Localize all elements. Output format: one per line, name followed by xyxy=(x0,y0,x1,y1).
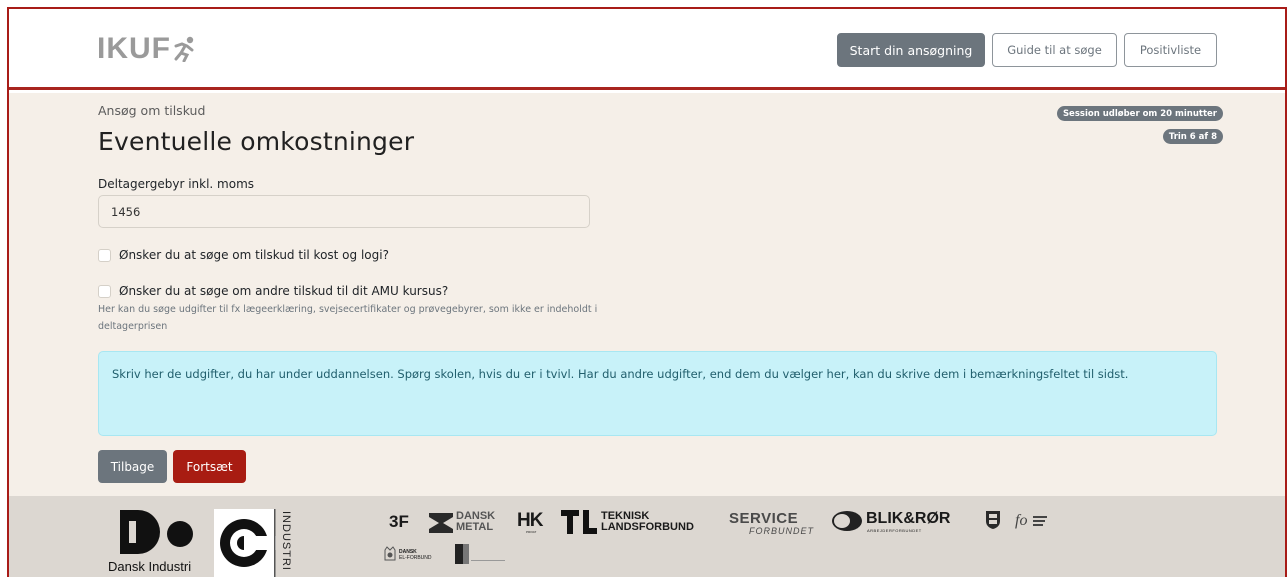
3f-logo: 3F xyxy=(389,512,409,531)
runner-icon xyxy=(174,36,194,62)
hk-logo: HK xyxy=(517,510,543,531)
other-grants-option[interactable]: Ønsker du at søge om andre tilskud til d… xyxy=(98,284,448,298)
guide-button[interactable]: Guide til at søge xyxy=(992,33,1117,67)
board-lodging-option[interactable]: Ønsker du at søge om tilskud til kost og… xyxy=(98,248,389,262)
board-lodging-checkbox[interactable] xyxy=(98,248,111,262)
info-alert: Skriv her de udgifter, du har under udda… xyxy=(98,351,1217,436)
blikror-text: BLIK&RØR xyxy=(866,510,951,527)
application-form: Ansøg om tilskud Eventuelle omkostninger… xyxy=(9,93,1285,496)
positive-list-button[interactable]: Positivliste xyxy=(1124,33,1217,67)
tl-mark-icon xyxy=(561,510,597,534)
partner-small-logo-icon xyxy=(455,544,505,564)
blikror-sub: ARBEJDERFORBUNDET xyxy=(867,528,922,533)
ikuf-logo[interactable]: IKUF xyxy=(97,34,197,64)
service-line1: SERVICE xyxy=(729,510,799,527)
board-lodging-label: Ønsker du at søge om tilskud til kost og… xyxy=(119,248,389,262)
back-button[interactable]: Tilbage xyxy=(98,450,167,483)
blikror-mark-icon xyxy=(832,511,862,531)
tl-line2: LANDSFORBUND xyxy=(601,521,694,533)
el-forbund-line2: EL-FORBUND xyxy=(399,555,432,561)
other-grants-label: Ønsker du at søge om andre tilskud til d… xyxy=(119,284,449,298)
other-grants-help: Her kan du søge udgifter til fx lægeerkl… xyxy=(98,304,598,332)
fo-logo-icon: fo xyxy=(1015,512,1047,529)
other-grants-checkbox[interactable] xyxy=(98,284,111,298)
di-mark-icon xyxy=(120,510,193,554)
dansk-industri-logo: Dansk Industri xyxy=(108,510,206,574)
shield-logo-icon xyxy=(986,511,1000,529)
fee-input[interactable] xyxy=(98,195,590,228)
di-name: Dansk Industri xyxy=(108,559,192,574)
page-title: Eventuelle omkostninger xyxy=(98,127,415,156)
logo-text: IKUF xyxy=(97,32,171,65)
co-vertical-text: INDUSTRI xyxy=(280,511,292,571)
fee-field-label: Deltagergebyr inkl. moms xyxy=(98,177,255,191)
partner-footer: Dansk Industri INDUSTRI 3F DANSK METAL H… xyxy=(9,496,1285,577)
start-application-button[interactable]: Start din ansøgning xyxy=(837,33,985,67)
step-badge: Trin 6 af 8 xyxy=(1162,129,1223,144)
co-industri-logo: INDUSTRI xyxy=(214,509,298,577)
crown-icon xyxy=(384,546,396,561)
site-header: IKUF Start din ansøgning Guide til at sø… xyxy=(9,9,1285,90)
breadcrumb: Ansøg om tilskud xyxy=(98,103,206,118)
service-line2: FORBUNDET xyxy=(749,526,814,536)
session-badge: Session udløber om 20 minutter xyxy=(1056,106,1223,121)
hk-sub: PRIVAT xyxy=(526,530,537,534)
continue-button[interactable]: Fortsæt xyxy=(173,450,246,483)
dansk-metal-line2: METAL xyxy=(456,521,494,533)
metal-mark-icon xyxy=(429,513,453,533)
page-frame: IKUF Start din ansøgning Guide til at sø… xyxy=(7,7,1287,577)
svg-text:fo: fo xyxy=(1015,512,1027,529)
